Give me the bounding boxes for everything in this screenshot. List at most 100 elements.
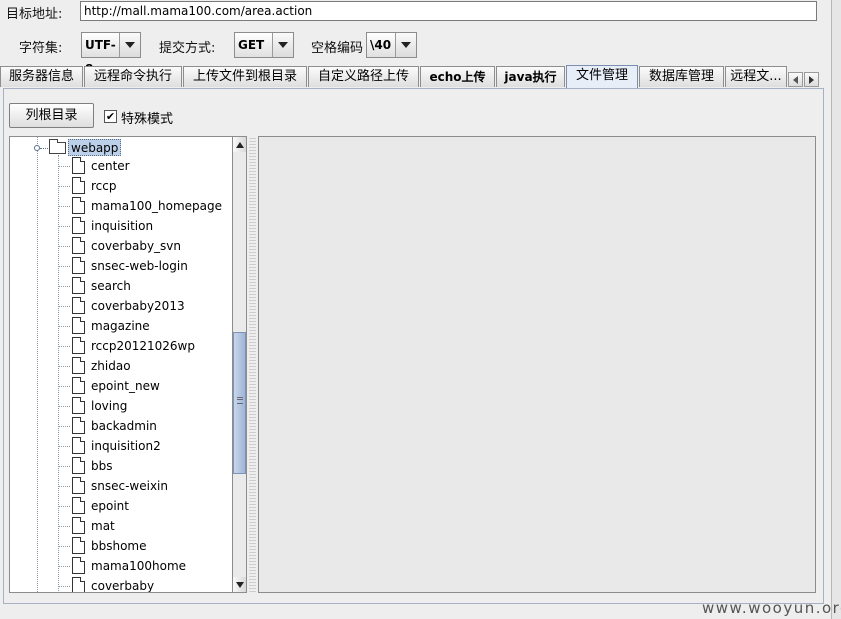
split-pane-divider[interactable] [249, 136, 256, 593]
file-icon-fold [80, 317, 85, 322]
scroll-up-icon[interactable] [233, 137, 246, 152]
tree-file-node[interactable]: coverbaby [10, 576, 232, 592]
tree-connector [58, 266, 70, 267]
tree-file-label[interactable]: inquisition2 [91, 436, 161, 456]
tree-file-label[interactable]: search [91, 276, 131, 296]
tab-remote-command[interactable]: 远程命令执行 [84, 66, 182, 87]
tree-file-node[interactable]: mama100home [10, 556, 232, 576]
tree-file-node[interactable]: center [10, 156, 232, 176]
tab-scroll-right-icon[interactable] [804, 72, 819, 87]
tree-file-node[interactable]: backadmin [10, 416, 232, 436]
file-icon-fold [80, 297, 85, 302]
tab-scroll-left-icon[interactable] [788, 72, 803, 87]
tree-connector [58, 586, 70, 587]
tab-java-exec[interactable]: java执行 [496, 66, 565, 87]
tree-file-node[interactable]: snsec-weixin [10, 476, 232, 496]
file-icon-fold [80, 197, 85, 202]
tree-file-node[interactable]: loving [10, 396, 232, 416]
tree-file-node[interactable]: coverbaby2013 [10, 296, 232, 316]
tree-root-node[interactable]: webapp [10, 139, 232, 157]
file-icon-fold [80, 237, 85, 242]
tree-connector [58, 186, 70, 187]
tab-file-manager[interactable]: 文件管理 [566, 65, 638, 88]
tree-file-label[interactable]: epoint [91, 496, 129, 516]
target-url-label: 目标地址: [6, 7, 63, 22]
file-icon-fold [80, 357, 85, 362]
tree-connector [58, 286, 70, 287]
tree-file-label[interactable]: snsec-weixin [91, 476, 168, 496]
target-url-input[interactable]: http://mall.mama100.com/area.action [80, 1, 817, 21]
tree-connector [58, 366, 70, 367]
tree-file-node[interactable]: coverbaby_svn [10, 236, 232, 256]
tree-file-label[interactable]: backadmin [91, 416, 157, 436]
chevron-down-icon[interactable] [396, 33, 416, 57]
list-root-button[interactable]: 列根目录 [9, 103, 94, 128]
tree-file-label[interactable]: bbshome [91, 536, 147, 556]
chevron-down-icon[interactable] [273, 33, 293, 57]
tree-connector [58, 306, 70, 307]
scrollbar-thumb[interactable] [233, 332, 246, 474]
tree-connector [58, 386, 70, 387]
tree-file-node[interactable]: inquisition [10, 216, 232, 236]
tree-file-label[interactable]: coverbaby_svn [91, 236, 181, 256]
tree-connector [58, 206, 70, 207]
tree-expander-icon[interactable] [34, 145, 48, 151]
tab-database-manager[interactable]: 数据库管理 [639, 66, 724, 87]
tab-upload-root[interactable]: 上传文件到根目录 [183, 66, 307, 87]
tree-file-label[interactable]: rccp [91, 176, 116, 196]
tree-file-node[interactable]: mama100_homepage [10, 196, 232, 216]
tree-file-node[interactable]: search [10, 276, 232, 296]
tree-file-label[interactable]: snsec-web-login [91, 256, 188, 276]
file-icon-fold [80, 497, 85, 502]
scroll-down-icon[interactable] [233, 577, 246, 592]
tree-file-node[interactable]: rccp20121026wp [10, 336, 232, 356]
tree-file-node[interactable]: rccp [10, 176, 232, 196]
tree-file-label[interactable]: coverbaby [91, 576, 154, 592]
special-mode-checkbox[interactable]: ✔ [104, 110, 117, 123]
tree-file-label[interactable]: epoint_new [91, 376, 160, 396]
tree-file-label[interactable]: inquisition [91, 216, 153, 236]
tree-file-node[interactable]: bbshome [10, 536, 232, 556]
tab-remote-file[interactable]: 远程文... [725, 66, 787, 87]
tree-file-label[interactable]: mama100_homepage [91, 196, 222, 216]
tree-connector [58, 406, 70, 407]
tree-file-node[interactable]: epoint_new [10, 376, 232, 396]
file-icon-fold [80, 397, 85, 402]
tree-file-node[interactable]: zhidao [10, 356, 232, 376]
tree-file-label[interactable]: loving [91, 396, 127, 416]
file-icon-fold [80, 537, 85, 542]
tree-file-label[interactable]: center [91, 156, 130, 176]
tree-root-label[interactable]: webapp [68, 139, 122, 156]
tree-file-label[interactable]: rccp20121026wp [91, 336, 195, 356]
tab-scroll-buttons [788, 72, 819, 87]
tree-file-node[interactable]: epoint [10, 496, 232, 516]
tab-custom-path-upload[interactable]: 自定义路径上传 [308, 66, 419, 87]
tab-echo-upload[interactable]: echo上传 [420, 66, 495, 87]
tree-file-node[interactable]: magazine [10, 316, 232, 336]
tree-file-label[interactable]: coverbaby2013 [91, 296, 185, 316]
tab-bar: 服务器信息 远程命令执行 上传文件到根目录 自定义路径上传 echo上传 jav… [0, 65, 831, 88]
tree-file-node[interactable]: mat [10, 516, 232, 536]
tab-server-info[interactable]: 服务器信息 [0, 66, 83, 87]
folder-icon [49, 139, 66, 154]
file-content-pane [258, 136, 816, 593]
charset-select[interactable]: UTF-8 [81, 32, 141, 76]
tree-file-label[interactable]: mama100home [91, 556, 186, 576]
tree-file-label[interactable]: zhidao [91, 356, 131, 376]
tree-file-node[interactable]: bbs [10, 456, 232, 476]
file-icon-fold [80, 417, 85, 422]
tree-connector [58, 246, 70, 247]
tree-file-node[interactable]: inquisition2 [10, 436, 232, 456]
tree-file-label[interactable]: mat [91, 516, 115, 536]
tree-scrollbar[interactable] [232, 136, 247, 593]
tree-file-node[interactable]: snsec-web-login [10, 256, 232, 276]
file-icon-fold [80, 177, 85, 182]
tree-file-label[interactable]: bbs [91, 456, 113, 476]
chevron-down-icon[interactable] [120, 33, 140, 57]
file-tree: webapp center rccp mama100_homepage inquisi… [9, 136, 232, 593]
method-select[interactable]: GET [234, 32, 294, 58]
file-icon-fold [80, 477, 85, 482]
space-encoding-select[interactable]: \40 [366, 32, 417, 58]
tree-file-label[interactable]: magazine [91, 316, 150, 336]
file-icon-fold [80, 217, 85, 222]
